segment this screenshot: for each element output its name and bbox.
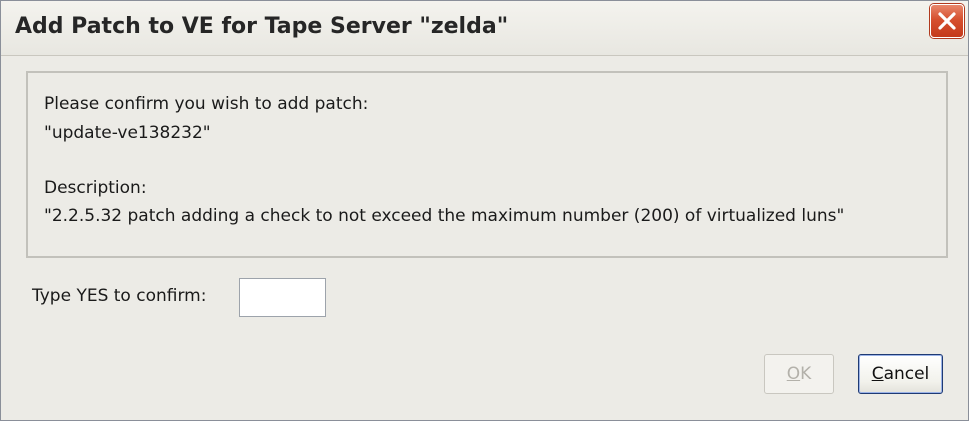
ok-label-rest: K: [800, 364, 812, 384]
confirm-yes-input[interactable]: [239, 278, 326, 317]
description-text: "2.2.5.32 patch adding a check to not ex…: [44, 206, 845, 226]
cancel-label-rest: ancel: [883, 364, 930, 384]
close-button[interactable]: [930, 4, 964, 38]
cancel-button[interactable]: Cancel: [858, 354, 943, 394]
title-bar[interactable]: Add Patch to VE for Tape Server "zelda": [1, 1, 968, 56]
dialog-title: Add Patch to VE for Tape Server "zelda": [15, 14, 509, 39]
patch-name-text: "update-ve138232": [44, 123, 211, 143]
confirm-field-label: Type YES to confirm:: [32, 286, 207, 306]
confirm-prompt-text: Please confirm you wish to add patch:: [44, 94, 369, 114]
ok-mnemonic: O: [786, 364, 801, 384]
add-patch-dialog: Add Patch to VE for Tape Server "zelda" …: [0, 0, 969, 421]
description-label: Description:: [44, 178, 147, 198]
close-icon: [938, 12, 956, 30]
cancel-mnemonic: C: [871, 364, 884, 384]
confirmation-message-panel: Please confirm you wish to add patch: "u…: [26, 71, 948, 258]
ok-button[interactable]: OK: [764, 354, 834, 394]
